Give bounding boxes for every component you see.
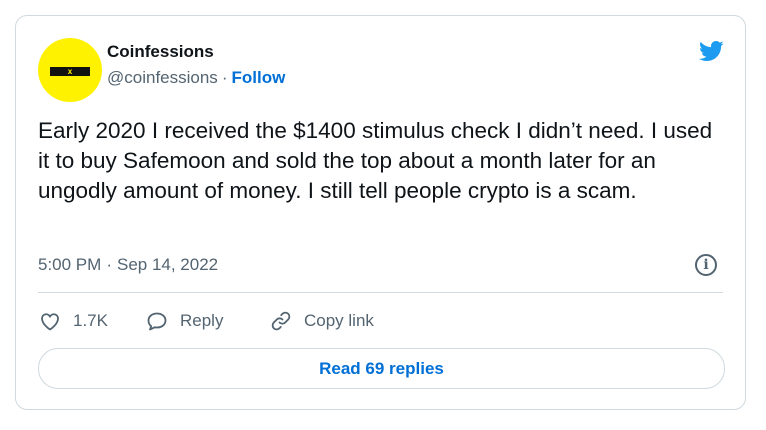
info-icon[interactable]: i: [695, 254, 717, 276]
tweet-timestamp[interactable]: 5:00 PM · Sep 14, 2022: [38, 255, 218, 275]
author-name[interactable]: Coinfessions: [107, 42, 214, 62]
tweet-time: 5:00 PM: [38, 255, 102, 274]
tweet-embed-card: x Coinfessions @coinfessions · Follow Earl…: [15, 15, 746, 410]
timestamp-separator: ·: [106, 255, 112, 274]
link-icon: [271, 311, 291, 331]
divider: [38, 292, 723, 293]
like-button[interactable]: 1.7K: [38, 308, 108, 334]
twitter-bird-icon[interactable]: [696, 38, 726, 64]
tweet-date: Sep 14, 2022: [116, 255, 219, 274]
read-replies-button[interactable]: Read 69 replies: [38, 348, 725, 389]
meta-separator: ·: [221, 68, 228, 87]
copy-link-label: Copy link: [304, 311, 374, 330]
speech-bubble-icon: [147, 312, 167, 331]
tweet-text: Early 2020 I received the $1400 stimulus…: [38, 118, 713, 203]
avatar-mark: x: [67, 67, 73, 76]
avatar[interactable]: x: [38, 38, 102, 102]
reply-label: Reply: [180, 311, 224, 330]
like-count: 1.7K: [73, 311, 108, 330]
author-handle[interactable]: @coinfessions: [107, 68, 218, 87]
follow-button[interactable]: Follow: [231, 68, 285, 87]
author-meta: @coinfessions · Follow: [107, 68, 285, 88]
heart-icon: [41, 313, 59, 331]
reply-button[interactable]: Reply: [145, 308, 223, 334]
copy-link-button[interactable]: Copy link: [269, 308, 374, 334]
avatar-logo-bar: x: [50, 67, 90, 76]
